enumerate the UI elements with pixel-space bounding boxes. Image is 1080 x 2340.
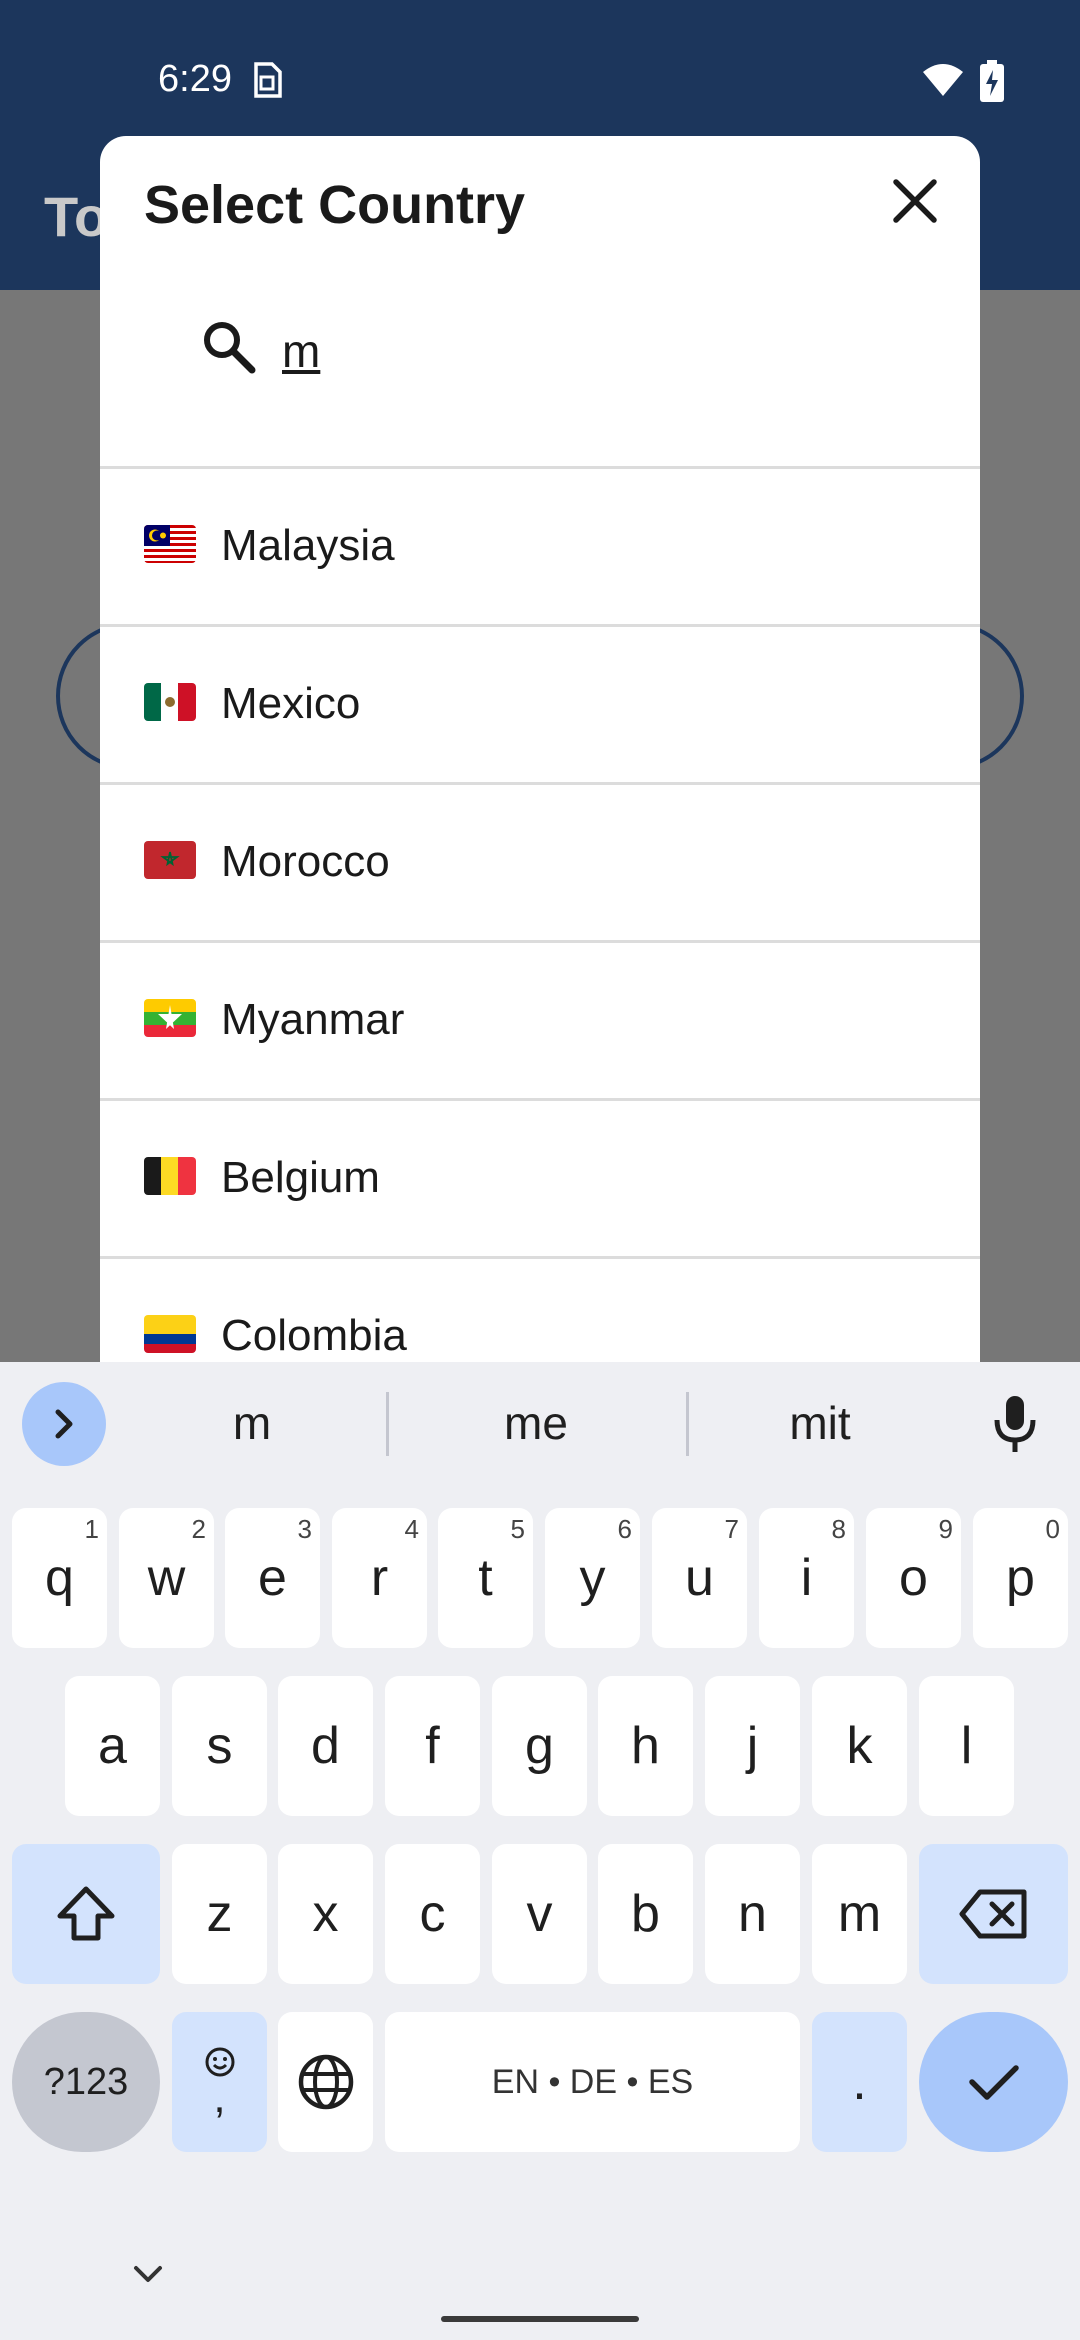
battery-charging-icon <box>980 60 1004 102</box>
dialog-title: Select Country <box>144 175 526 235</box>
key-v[interactable]: v <box>492 1844 587 1984</box>
soft-keyboard: m me mit q1 w2 e3 r4 t5 y6 u7 i8 o9 p0 a… <box>0 1362 1080 2340</box>
key-k[interactable]: k <box>812 1676 907 1816</box>
microphone-icon[interactable] <box>990 1394 1040 1454</box>
status-bar: 6:29 <box>0 0 1080 140</box>
language-key[interactable] <box>278 2012 373 2152</box>
key-d[interactable]: d <box>278 1676 373 1816</box>
key-e[interactable]: e3 <box>225 1508 320 1648</box>
country-name: Colombia <box>221 1311 407 1360</box>
search-input[interactable] <box>282 316 842 386</box>
list-item[interactable]: Morocco <box>100 782 980 940</box>
country-name: Belgium <box>221 1153 380 1202</box>
home-indicator[interactable] <box>441 2316 639 2322</box>
backspace-key[interactable] <box>919 1844 1068 1984</box>
country-name: Malaysia <box>221 521 395 570</box>
symbols-key[interactable]: ?123 <box>12 2012 160 2152</box>
shift-key[interactable] <box>12 1844 160 1984</box>
key-o[interactable]: o9 <box>866 1508 961 1648</box>
key-y[interactable]: y6 <box>545 1508 640 1648</box>
colombia-flag-icon <box>144 1315 196 1353</box>
backspace-icon <box>959 1889 1026 1939</box>
country-name: Morocco <box>221 837 390 886</box>
done-key[interactable] <box>919 2012 1068 2152</box>
key-x[interactable]: x <box>278 1844 373 1984</box>
key-j[interactable]: j <box>705 1676 800 1816</box>
shift-icon <box>57 1886 115 1941</box>
morocco-flag-icon <box>144 841 196 879</box>
key-a[interactable]: a <box>65 1676 160 1816</box>
belgium-flag-icon <box>144 1157 196 1195</box>
key-l[interactable]: l <box>919 1676 1014 1816</box>
suggestion-1[interactable]: m <box>152 1396 352 1450</box>
key-p[interactable]: p0 <box>973 1508 1068 1648</box>
hide-keyboard-chevron-icon[interactable] <box>128 2260 168 2290</box>
suggestion-bar: m me mit <box>0 1362 1080 1484</box>
key-n[interactable]: n <box>705 1844 800 1984</box>
key-i[interactable]: i8 <box>759 1508 854 1648</box>
list-item[interactable]: Malaysia <box>100 466 980 624</box>
suggestion-2[interactable]: me <box>436 1396 636 1450</box>
search-bar <box>200 306 880 396</box>
period-key[interactable]: . <box>812 2012 907 2152</box>
key-z[interactable]: z <box>172 1844 267 1984</box>
key-r[interactable]: r4 <box>332 1508 427 1648</box>
list-item[interactable]: Colombia <box>100 1256 980 1376</box>
list-item[interactable]: Myanmar <box>100 940 980 1098</box>
key-s[interactable]: s <box>172 1676 267 1816</box>
key-w[interactable]: w2 <box>119 1508 214 1648</box>
country-list: Malaysia Mexico Morocco Myanmar Belgium … <box>100 466 980 1376</box>
key-m[interactable]: m <box>812 1844 907 1984</box>
key-g[interactable]: g <box>492 1676 587 1816</box>
country-name: Myanmar <box>221 995 405 1044</box>
mexico-flag-icon <box>144 683 196 721</box>
suggestion-3[interactable]: mit <box>720 1396 920 1450</box>
suggestion-divider <box>386 1392 389 1456</box>
myanmar-flag-icon <box>144 999 196 1037</box>
chevron-right-icon <box>55 1409 73 1439</box>
sim-card-icon <box>254 62 282 98</box>
malaysia-flag-icon <box>144 525 196 563</box>
emoji-comma-key[interactable]: , <box>172 2012 267 2152</box>
suggestion-divider <box>686 1392 689 1456</box>
search-icon <box>204 322 256 374</box>
close-icon <box>893 179 937 223</box>
key-t[interactable]: t5 <box>438 1508 533 1648</box>
comma-label: , <box>213 2073 226 2122</box>
list-item[interactable]: Belgium <box>100 1098 980 1256</box>
key-u[interactable]: u7 <box>652 1508 747 1648</box>
app-title: To <box>44 185 109 248</box>
country-name: Mexico <box>221 679 361 728</box>
key-h[interactable]: h <box>598 1676 693 1816</box>
wifi-icon <box>923 64 963 96</box>
key-b[interactable]: b <box>598 1844 693 1984</box>
close-button[interactable] <box>880 166 950 236</box>
key-q[interactable]: q1 <box>12 1508 107 1648</box>
status-time: 6:29 <box>158 58 232 100</box>
checkmark-icon <box>968 2065 1019 2100</box>
globe-icon <box>298 2054 353 2110</box>
select-country-dialog: Select Country Malaysia <box>100 136 980 1376</box>
list-item[interactable]: Mexico <box>100 624 980 782</box>
expand-toolbar-button[interactable] <box>22 1382 106 1466</box>
key-f[interactable]: f <box>385 1676 480 1816</box>
space-key[interactable]: EN • DE • ES <box>385 2012 800 2152</box>
key-c[interactable]: c <box>385 1844 480 1984</box>
